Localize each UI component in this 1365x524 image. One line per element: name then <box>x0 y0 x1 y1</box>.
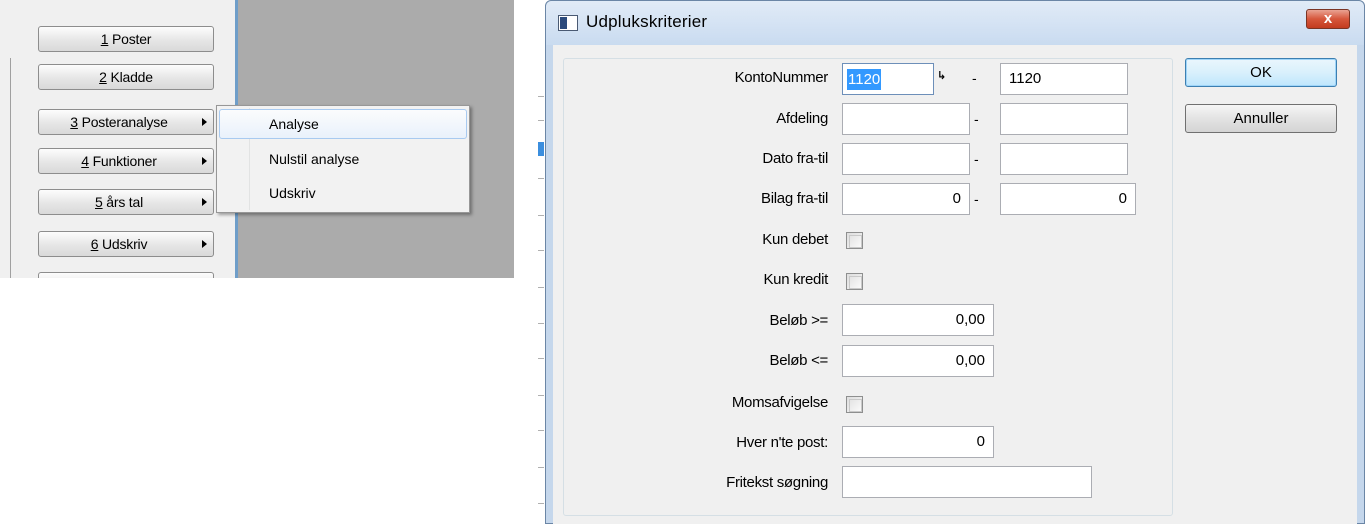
lookup-arrow-icon[interactable]: ↳ <box>937 70 949 82</box>
kontonummer-label: KontoNummer <box>734 69 829 86</box>
afdeling-to-input[interactable] <box>1000 103 1128 135</box>
kontonummer-to-input[interactable]: 1120 <box>1000 63 1128 95</box>
posteranalyse-submenu: Analyse Nulstil analyse Udskriv <box>216 105 470 213</box>
afdeling-label: Afdeling <box>776 110 828 127</box>
background-grid-line <box>538 323 544 324</box>
kladde-button[interactable]: 2 Kladde <box>38 64 214 90</box>
funktioner-button[interactable]: 4 Funktioner <box>38 148 214 174</box>
selected-text: 1120 <box>847 69 882 90</box>
range-dash: - <box>974 191 979 207</box>
dato-from-input[interactable] <box>842 143 970 175</box>
background-grid-line <box>538 358 544 359</box>
udskriv-button[interactable]: 6 Udskriv <box>38 231 214 257</box>
menu-item-analyse[interactable]: Analyse <box>219 109 467 139</box>
range-dash: - <box>974 151 979 167</box>
menu-item-udskriv[interactable]: Udskriv <box>219 178 467 208</box>
side-menu-panel: 1 Poster 2 Kladde 3 Posteranalyse 4 Funk… <box>0 0 514 278</box>
hver-nte-input[interactable]: 0 <box>842 426 994 458</box>
background-grid-line <box>538 250 544 251</box>
kun-debet-label: Kun debet <box>762 231 828 248</box>
panel-border <box>10 58 11 278</box>
range-dash: - <box>972 70 977 86</box>
fritekst-input[interactable] <box>842 466 1092 498</box>
window-app-icon <box>558 15 578 31</box>
submenu-arrow-icon <box>202 118 207 126</box>
next-side-button[interactable] <box>38 272 214 278</box>
submenu-arrow-icon <box>202 198 207 206</box>
fritekst-label: Fritekst søgning <box>726 474 828 491</box>
background-grid-line <box>538 287 544 288</box>
dialog-titlebar[interactable]: Udplukskriterier x <box>546 1 1364 45</box>
beloeb-max-label: Beløb <= <box>769 352 829 369</box>
momsafvigelse-label: Momsafvigelse <box>731 394 828 411</box>
background-grid-line <box>538 503 544 504</box>
kun-kredit-label: Kun kredit <box>763 271 828 288</box>
background-grid-line <box>538 96 544 97</box>
close-icon: x <box>1323 10 1333 27</box>
background-grid-line <box>538 430 544 431</box>
kontonummer-from-input[interactable]: 1120 <box>842 63 934 95</box>
background-grid-line <box>538 467 544 468</box>
bilag-to-input[interactable]: 0 <box>1000 183 1136 215</box>
beloeb-min-input[interactable]: 0,00 <box>842 304 994 336</box>
beloeb-max-input[interactable]: 0,00 <box>842 345 994 377</box>
background-grid-line <box>538 178 544 179</box>
background-grid-line <box>538 120 544 121</box>
dato-label: Dato fra-til <box>762 150 828 167</box>
background-selection <box>538 142 544 156</box>
bilag-label: Bilag fra-til <box>761 190 828 207</box>
posteranalyse-button[interactable]: 3 Posteranalyse <box>38 109 214 135</box>
range-dash: - <box>974 111 979 127</box>
kun-debet-checkbox[interactable] <box>846 232 863 249</box>
afdeling-from-input[interactable] <box>842 103 970 135</box>
beloeb-min-label: Beløb >= <box>769 312 829 329</box>
aars-tal-button[interactable]: 5 års tal <box>38 189 214 215</box>
momsafvigelse-checkbox[interactable] <box>846 396 863 413</box>
menu-item-nulstil-analyse[interactable]: Nulstil analyse <box>219 144 467 174</box>
dialog-title: Udplukskriterier <box>586 12 708 31</box>
dato-to-input[interactable] <box>1000 143 1128 175</box>
bilag-from-input[interactable]: 0 <box>842 183 970 215</box>
submenu-arrow-icon <box>202 240 207 248</box>
background-grid-line <box>538 395 544 396</box>
hver-nte-label: Hver n'te post: <box>736 434 828 451</box>
poster-button[interactable]: 1 Poster <box>38 26 214 52</box>
ok-button[interactable]: OK <box>1185 58 1337 87</box>
cancel-button[interactable]: Annuller <box>1185 104 1337 133</box>
background-grid-line <box>538 215 544 216</box>
kun-kredit-checkbox[interactable] <box>846 273 863 290</box>
close-button[interactable]: x <box>1306 9 1350 29</box>
submenu-arrow-icon <box>202 157 207 165</box>
